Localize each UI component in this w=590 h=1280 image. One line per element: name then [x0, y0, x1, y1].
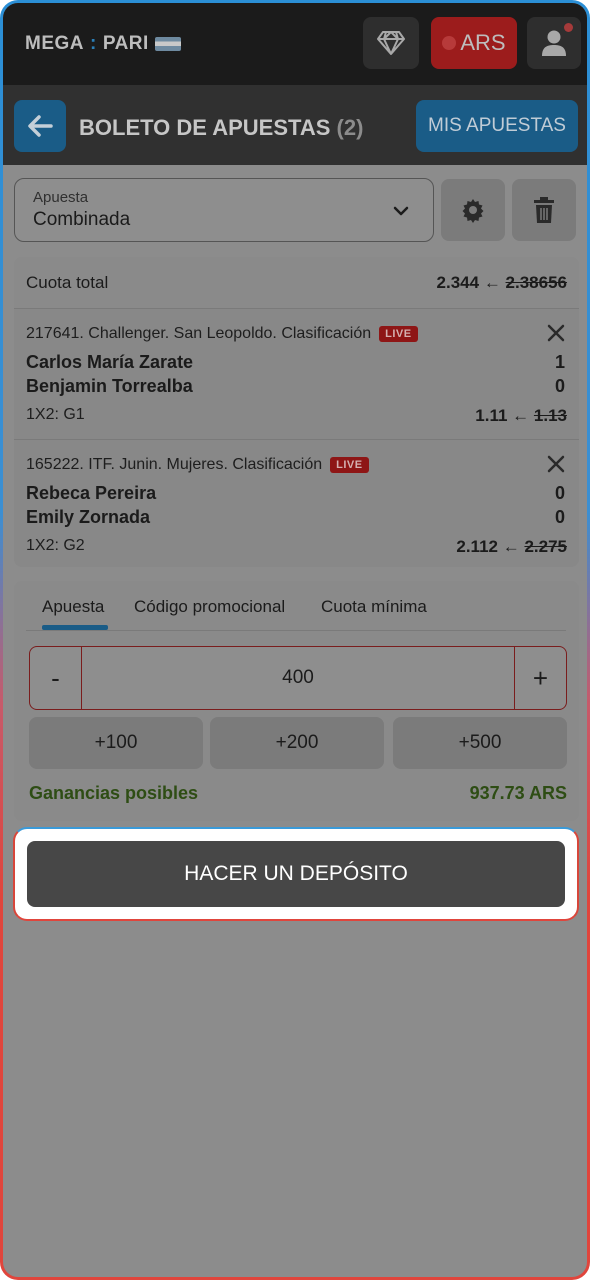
total-old-odds: 2.38656 — [505, 273, 567, 292]
total-odds-label: Cuota total — [26, 273, 109, 292]
bet-type-select[interactable]: Apuesta Combinada — [14, 178, 434, 242]
tab-promo-code[interactable]: Código promocional — [134, 597, 285, 617]
event-odds: 2.112 ← 2.275 — [456, 537, 567, 557]
decrease-stake-button[interactable]: - — [30, 647, 82, 709]
possible-winnings-label: Ganancias posibles — [29, 783, 199, 803]
diamond-icon — [377, 31, 405, 55]
logo-text-left: MEGA — [25, 33, 84, 54]
team-1: Carlos María Zarate — [26, 352, 194, 372]
stake-tabs: Apuesta Código promocional Cuota mínima — [26, 581, 566, 631]
delete-all-button[interactable] — [512, 179, 576, 241]
logo-separator-icon: : — [90, 33, 97, 54]
total-odds-value: 2.344 ← 2.38656 — [437, 273, 567, 293]
my-bets-button[interactable]: MIS APUESTAS — [416, 100, 578, 152]
bets-card: Cuota total 2.344 ← 2.38656 217641. Chal… — [14, 257, 579, 567]
make-deposit-button[interactable]: HACER UN DEPÓSITO — [27, 841, 565, 907]
bet-type-value: Combinada — [33, 209, 131, 230]
total-odds-row: Cuota total 2.344 ← 2.38656 — [14, 257, 579, 309]
team-2: Benjamin Torrealba — [26, 376, 193, 396]
possible-winnings-value: 937.73 ARS — [469, 783, 567, 803]
arrow-left-icon: ← — [502, 537, 520, 556]
team-1: Rebeca Pereira — [26, 483, 157, 503]
event-league: 165222. ITF. Junin. Mujeres. Clasificaci… — [26, 456, 369, 474]
tab-bet[interactable]: Apuesta — [42, 597, 104, 617]
deposit-highlight: HACER UN DEPÓSITO — [13, 827, 579, 921]
quick-add-100-button[interactable]: +100 — [29, 717, 203, 769]
betslip-header: BOLETO DE APUESTAS (2) MIS APUESTAS — [3, 85, 587, 165]
notification-dot — [564, 23, 573, 32]
currency-label: ARS — [460, 30, 506, 55]
bet-count: (2) — [336, 115, 364, 140]
event-old-odds: 1.13 — [533, 406, 567, 425]
page-title: BOLETO DE APUESTAS (2) — [79, 115, 363, 141]
deposit-currency-button[interactable]: ARS — [431, 17, 517, 69]
stake-input[interactable]: 400 — [82, 647, 514, 709]
event-league-text: 165222. ITF. Junin. Mujeres. Clasificaci… — [26, 456, 323, 473]
event-league: 217641. Challenger. San Leopoldo. Clasif… — [26, 325, 418, 343]
live-badge: LIVE — [330, 457, 369, 473]
score-1: 0 — [554, 483, 565, 503]
settings-button[interactable] — [441, 179, 505, 241]
arrow-left-icon — [28, 115, 53, 137]
bet-event: 165222. ITF. Junin. Mujeres. Clasificaci… — [14, 441, 579, 567]
bet-event: 217641. Challenger. San Leopoldo. Clasif… — [14, 310, 579, 440]
user-icon — [542, 30, 566, 56]
event-market: 1X2: G1 — [26, 406, 85, 423]
team-2: Emily Zornada — [26, 507, 151, 527]
event-new-odds: 2.112 — [456, 537, 498, 556]
score-2: 0 — [554, 376, 565, 396]
close-icon[interactable] — [547, 455, 565, 473]
trash-icon — [534, 197, 554, 223]
quick-add-500-button[interactable]: +500 — [393, 717, 567, 769]
score-2: 0 — [554, 507, 565, 527]
megapari-logo[interactable]: MEGA : PARI — [25, 33, 181, 55]
live-badge: LIVE — [379, 326, 418, 342]
stake-stepper: - 400 + — [29, 646, 567, 710]
screen: MEGA : PARI ARS BOLETO DE APUESTAS (2) M… — [3, 3, 587, 1277]
page-title-text: BOLETO DE APUESTAS — [79, 115, 331, 140]
device-frame: MEGA : PARI ARS BOLETO DE APUESTAS (2) M… — [0, 0, 590, 1280]
stake-card: Apuesta Código promocional Cuota mínima … — [14, 581, 579, 821]
event-new-odds: 1.11 — [475, 406, 508, 425]
top-bar: MEGA : PARI ARS — [3, 3, 587, 85]
event-old-odds: 2.275 — [524, 537, 567, 556]
event-market: 1X2: G2 — [26, 537, 85, 554]
arrow-left-icon: ← — [483, 273, 501, 292]
chevron-down-icon — [393, 206, 409, 216]
event-league-text: 217641. Challenger. San Leopoldo. Clasif… — [26, 325, 372, 342]
diamond-button[interactable] — [363, 17, 419, 69]
score-1: 1 — [554, 352, 565, 372]
argentina-flag-icon — [154, 37, 181, 51]
event-odds: 1.11 ← 1.13 — [475, 406, 567, 426]
gear-icon — [462, 199, 484, 223]
bet-type-label: Apuesta — [33, 189, 89, 206]
arrow-left-icon: ← — [512, 406, 530, 425]
currency-dot-icon — [442, 36, 457, 50]
close-icon[interactable] — [547, 324, 565, 342]
quick-add-200-button[interactable]: +200 — [210, 717, 384, 769]
active-tab-indicator — [42, 625, 108, 630]
total-new-odds: 2.344 — [436, 273, 480, 292]
increase-stake-button[interactable]: + — [514, 647, 566, 709]
tab-min-odds[interactable]: Cuota mínima — [321, 597, 427, 617]
logo-text-right: PARI — [102, 33, 149, 54]
back-button[interactable] — [14, 100, 66, 152]
profile-button[interactable] — [527, 17, 581, 69]
